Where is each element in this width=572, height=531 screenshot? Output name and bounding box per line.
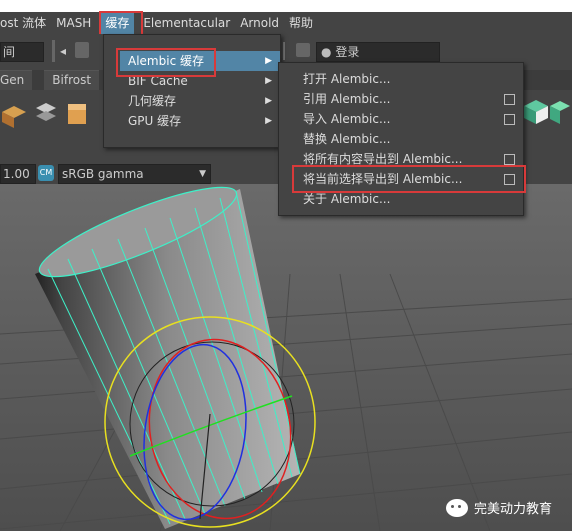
watermark: 完美动力教育: [445, 498, 552, 517]
menu-item-import-alembic[interactable]: 导入 Alembic...: [279, 109, 523, 129]
viewport-scene: [0, 184, 572, 531]
alembic-submenu: 打开 Alembic... 引用 Alembic... 导入 Alembic..…: [278, 62, 524, 216]
menu-item-label: 将所有内容导出到 Alembic...: [303, 152, 463, 166]
login-label: 登录: [335, 45, 360, 59]
menu-mash[interactable]: MASH: [51, 12, 96, 34]
colorspace-select[interactable]: sRGB gamma ▼: [58, 164, 211, 184]
menu-item-label: 关于 Alembic...: [303, 192, 391, 206]
submenu-arrow-icon: ▶: [265, 96, 272, 106]
gamma-field[interactable]: 1.00: [0, 164, 36, 184]
menu-fluids[interactable]: ost 流体: [0, 12, 51, 34]
menu-item-alembic-cache[interactable]: Alembic 缓存 ▶: [120, 51, 280, 71]
box-icon[interactable]: [68, 104, 86, 124]
menu-item-label: 引用 Alembic...: [303, 92, 391, 106]
menu-item-export-selection-alembic[interactable]: 将当前选择导出到 Alembic...: [279, 169, 523, 189]
toolbar-icon-2[interactable]: [296, 43, 310, 57]
menu-item-about-alembic[interactable]: 关于 Alembic...: [279, 189, 523, 209]
menu-item-label: 替换 Alembic...: [303, 132, 391, 146]
chevron-down-icon: ▼: [199, 169, 206, 179]
checker-cube-icon[interactable]: [524, 100, 548, 124]
menu-item-label: 导入 Alembic...: [303, 112, 391, 126]
menu-arnold[interactable]: Arnold: [235, 12, 284, 34]
toolbar-separator: [52, 40, 55, 62]
window-top-strip: [0, 0, 572, 12]
cube-icon[interactable]: [2, 106, 26, 128]
watermark-text: 完美动力教育: [473, 502, 552, 517]
wechat-icon: [445, 498, 468, 517]
menu-item-geometry-cache[interactable]: 几何缓存 ▶: [104, 91, 280, 111]
menu-elementacular[interactable]: Elementacular: [138, 12, 235, 34]
colorspace-value: sRGB gamma: [62, 167, 144, 181]
menu-item-replace-alembic[interactable]: 替换 Alembic...: [279, 129, 523, 149]
menu-item-gpu-cache[interactable]: GPU 缓存 ▶: [104, 111, 280, 131]
menu-item-reference-alembic[interactable]: 引用 Alembic...: [279, 89, 523, 109]
menubar: ost 流体 MASH 缓存 Elementacular Arnold 帮助: [0, 12, 572, 34]
color-management-icon[interactable]: CM: [38, 165, 54, 181]
option-box-icon[interactable]: [504, 154, 515, 165]
shelf-icon-group: [2, 103, 86, 128]
menu-item-open-alembic[interactable]: 打开 Alembic...: [279, 69, 523, 89]
menu-help[interactable]: 帮助: [284, 12, 318, 34]
toolbar-icon[interactable]: [75, 42, 89, 58]
option-box-icon[interactable]: [504, 114, 515, 125]
submenu-arrow-icon: ▶: [265, 116, 272, 126]
option-box-icon[interactable]: [504, 174, 515, 185]
menu-item-label: BIF Cache: [128, 74, 188, 88]
submenu-arrow-icon: ▶: [265, 56, 272, 66]
menu-item-label: Alembic 缓存: [128, 54, 204, 68]
toolbar-arrow-icon[interactable]: ◂: [60, 44, 66, 58]
shelf-icon-group-right: [524, 100, 570, 124]
menu-item-export-all-alembic[interactable]: 将所有内容导出到 Alembic...: [279, 149, 523, 169]
submenu-arrow-icon: ▶: [265, 76, 272, 86]
tab-bifrost[interactable]: Bifrost: [44, 70, 100, 90]
menu-item-label: 几何缓存: [128, 94, 177, 108]
menu-item-label: 将当前选择导出到 Alembic...: [303, 172, 463, 186]
toolbar-separator-2: [283, 42, 285, 60]
status-left-field[interactable]: 间: [0, 42, 44, 62]
menu-item-bif-cache[interactable]: BIF Cache ▶: [104, 71, 280, 91]
menu-item-label: 打开 Alembic...: [303, 72, 391, 86]
user-icon: ●: [321, 45, 332, 59]
option-box-icon[interactable]: [504, 94, 515, 105]
login-field[interactable]: ● 登录: [316, 42, 440, 62]
menu-item-label: GPU 缓存: [128, 114, 182, 128]
green-cube-icon[interactable]: [550, 101, 570, 124]
cluster-icon[interactable]: [36, 103, 56, 121]
cache-menu: Alembic 缓存 ▶ BIF Cache ▶ 几何缓存 ▶ GPU 缓存 ▶: [103, 34, 281, 148]
menu-cache[interactable]: 缓存: [100, 12, 135, 34]
viewport[interactable]: [0, 184, 572, 531]
tab-gen[interactable]: Gen: [0, 70, 33, 90]
